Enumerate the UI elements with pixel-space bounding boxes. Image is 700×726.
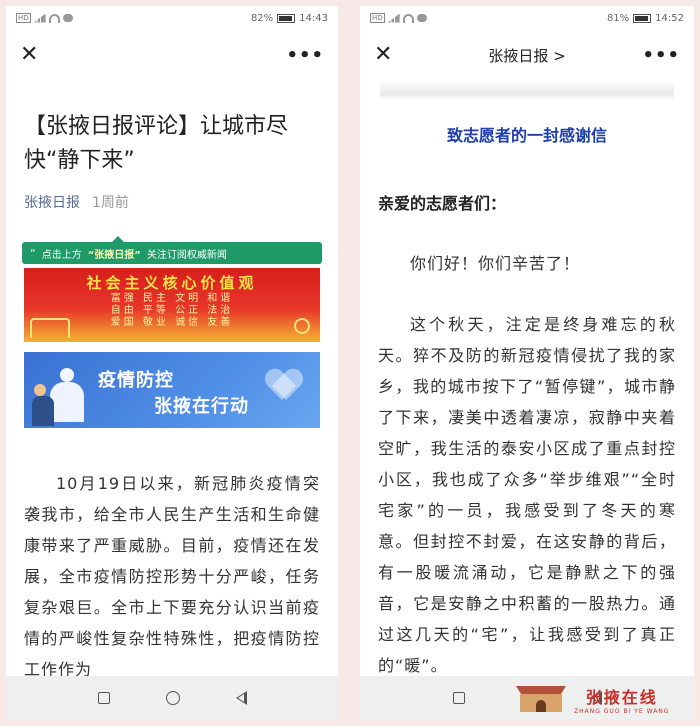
recent-apps-icon[interactable] (452, 692, 465, 704)
left-phone-screen: HD 82% 14:43 ✕ ••• 【张掖日报评论】让城市尽快“静下来” 张掖… (6, 6, 338, 720)
wifi-icon (402, 13, 414, 23)
subscribe-pre: 点击上方 (41, 249, 82, 261)
wifi-icon (48, 13, 60, 23)
epidemic-control-banner: 疫情防控 张掖在行动 (24, 352, 320, 428)
more-options-icon[interactable]: ••• (642, 45, 680, 66)
site-watermark: 张掖在线 ZHANG GUO BI YE WANG (512, 680, 692, 718)
nav-bar: ✕ ••• (6, 30, 338, 80)
status-bar: HD 81% 14:52 (360, 6, 694, 30)
header-image-edge (380, 80, 674, 100)
chat-notification-icon (62, 14, 73, 22)
back-icon[interactable] (235, 691, 247, 705)
subscribe-banner[interactable]: “ 点击上方 “张掖日报” 关注订阅权威新闻 (22, 236, 322, 264)
quote-icon: “ (30, 246, 36, 260)
core-values-banner: 社会主义核心价值观 富强 民主 文明 和谐 自由 平等 公正 法治 爱国 敬业 … (24, 268, 320, 342)
chevron-right-icon: > (553, 46, 566, 65)
account-name: 张掖日报 (488, 46, 549, 65)
home-icon[interactable] (165, 691, 180, 705)
letter-paragraph-1: 你们好！你们辛苦了！ (410, 254, 581, 273)
article-title: 【张掖日报评论】让城市尽快“静下来” (24, 114, 289, 173)
heart-icon (266, 370, 302, 402)
signal-icon (33, 13, 46, 23)
epidemic-line-2: 张掖在行动 (154, 396, 249, 417)
medical-worker-icon (32, 364, 92, 428)
chat-notification-icon (416, 14, 427, 22)
values-row-1: 富强 民主 文明 和谐 (110, 293, 234, 304)
right-phone-screen: HD 81% 14:52 ✕ 张掖日报 > ••• 致志愿者的一封感谢信 亲爱的… (360, 6, 694, 720)
close-icon[interactable]: ✕ (374, 44, 392, 66)
close-icon[interactable]: ✕ (20, 44, 38, 66)
tiananmen-icon (30, 318, 70, 338)
battery-icon (277, 13, 296, 23)
account-name-link[interactable]: 张掖日报 > (488, 47, 565, 65)
hd-icon: HD (16, 13, 31, 23)
publish-time: 1周前 (92, 195, 129, 211)
nav-bar: ✕ 张掖日报 > ••• (360, 30, 694, 80)
clock: 14:52 (655, 12, 684, 24)
subscribe-highlight: “张掖日报” (87, 249, 141, 261)
letter-greeting: 亲爱的志愿者们： (378, 194, 507, 213)
values-row-2: 自由 平等 公正 法治 (110, 305, 234, 316)
letter-paragraph-2: 这个秋天，注定是终身难忘的秋天。猝不及防的新冠疫情侵扰了我的家乡，我的城市按下了… (378, 315, 676, 675)
emblem-icon (294, 318, 310, 334)
battery-percent: 81% (606, 12, 630, 24)
letter-title: 致志愿者的一封感谢信 (446, 126, 607, 145)
values-title: 社会主义核心价值观 (86, 274, 258, 292)
more-options-icon[interactable]: ••• (286, 45, 324, 66)
android-nav-bar (6, 676, 338, 720)
article-meta: 张掖日报 1周前 (6, 178, 338, 212)
subscribe-post: 关注订阅权威新闻 (146, 249, 227, 261)
status-bar: HD 82% 14:43 (6, 6, 338, 30)
watermark-text: 张掖在线 (585, 687, 658, 707)
epidemic-line-1: 疫情防控 (98, 370, 174, 391)
article-paragraph: 10月19日以来，新冠肺炎疫情突袭我市，给全市人民生产生活和生命健康带来了严重威… (24, 474, 320, 679)
drum-tower-logo-icon (512, 684, 570, 714)
battery-icon (633, 13, 652, 23)
hd-icon: HD (370, 13, 385, 23)
signal-icon (387, 13, 400, 23)
watermark-pinyin: ZHANG GUO BI YE WANG (574, 707, 670, 715)
source-link[interactable]: 张掖日报 (24, 192, 80, 212)
clock: 14:43 (299, 12, 328, 24)
battery-percent: 82% (250, 12, 274, 24)
recent-apps-icon[interactable] (97, 692, 110, 704)
